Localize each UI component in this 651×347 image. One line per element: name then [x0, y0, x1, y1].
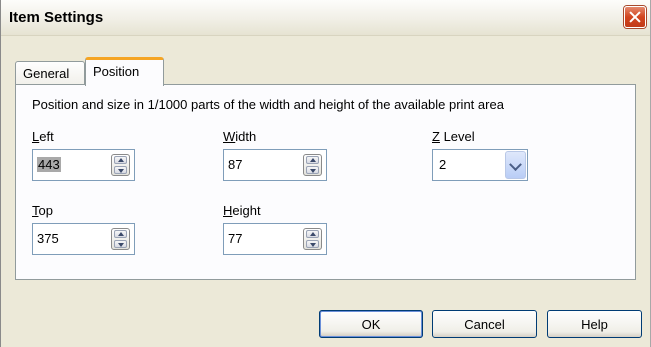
z-level-value: 2: [439, 157, 447, 172]
left-spinner[interactable]: [111, 154, 130, 176]
help-button[interactable]: Help: [547, 310, 642, 338]
height-label: Height: [223, 203, 261, 218]
position-description: Position and size in 1/1000 parts of the…: [32, 97, 504, 112]
tab-position[interactable]: Position: [85, 57, 164, 86]
window-title: Item Settings: [9, 9, 104, 26]
top-field[interactable]: 375: [32, 223, 135, 255]
left-value: 443: [37, 157, 61, 172]
top-spinner[interactable]: [111, 228, 130, 250]
close-icon[interactable]: [624, 6, 646, 28]
width-label: Width: [223, 129, 257, 144]
height-field[interactable]: 77: [223, 223, 327, 255]
width-field[interactable]: 87: [223, 149, 327, 181]
z-level-select[interactable]: 2: [432, 149, 528, 181]
left-field[interactable]: 443: [32, 149, 135, 181]
top-value: 375: [37, 231, 59, 246]
width-spinner[interactable]: [303, 154, 322, 176]
height-spinner[interactable]: [303, 228, 322, 250]
spin-up-icon[interactable]: [114, 156, 127, 164]
chevron-down-icon[interactable]: [505, 151, 526, 179]
spin-up-icon[interactable]: [306, 156, 319, 164]
tab-general[interactable]: General: [15, 61, 85, 85]
cancel-button[interactable]: Cancel: [432, 310, 537, 338]
spin-up-icon[interactable]: [306, 230, 319, 238]
ok-button[interactable]: OK: [319, 310, 423, 338]
top-label: Top: [32, 203, 53, 218]
spin-up-icon[interactable]: [114, 230, 127, 238]
height-value: 77: [228, 231, 243, 246]
position-panel: Position and size in 1/1000 parts of the…: [15, 84, 636, 280]
z-level-label: Z Level: [432, 129, 475, 144]
spin-down-icon[interactable]: [114, 240, 127, 248]
left-label: Left: [32, 129, 54, 144]
spin-down-icon[interactable]: [306, 166, 319, 174]
width-value: 87: [228, 157, 243, 172]
item-settings-dialog: Item Settings General Position Position …: [0, 0, 651, 347]
title-bar[interactable]: Item Settings: [1, 0, 650, 36]
spin-down-icon[interactable]: [114, 166, 127, 174]
spin-down-icon[interactable]: [306, 240, 319, 248]
